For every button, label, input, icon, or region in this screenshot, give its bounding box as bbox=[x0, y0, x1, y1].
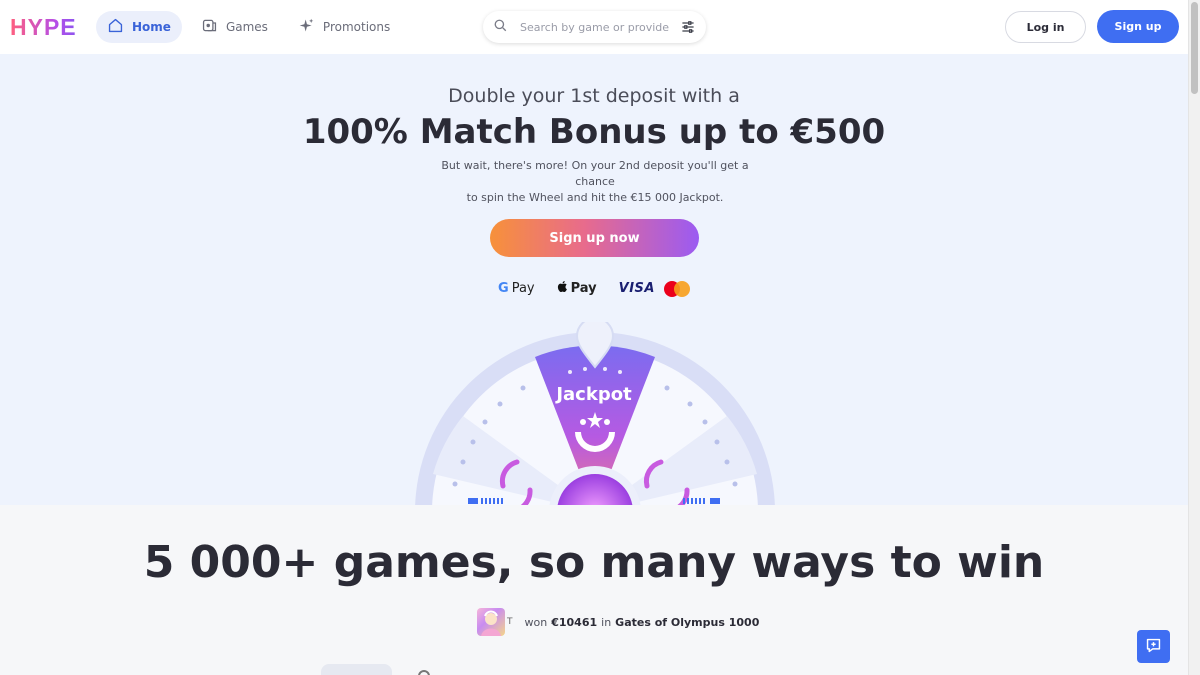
signup-button[interactable]: Sign up bbox=[1097, 10, 1179, 43]
nav-item-promotions[interactable]: Promotions bbox=[287, 11, 401, 43]
in-text: in bbox=[601, 615, 612, 629]
games-icon bbox=[201, 17, 218, 37]
winner-initial: T bbox=[507, 617, 513, 627]
brand-logo[interactable]: HYPE bbox=[10, 14, 94, 41]
google-pay-label: Pay bbox=[511, 281, 535, 296]
apple-pay-logo: Pay bbox=[557, 280, 597, 297]
recent-win-ticker[interactable]: T won €10461 in Gates of Olympus 1000 bbox=[477, 607, 763, 637]
mastercard-icon bbox=[663, 280, 690, 297]
apple-pay-label: Pay bbox=[570, 281, 597, 296]
visa-mastercard-logos: VISA bbox=[618, 280, 690, 297]
hero-description: But wait, there's more! On your 2nd depo… bbox=[420, 158, 770, 206]
home-icon bbox=[107, 17, 124, 37]
login-button[interactable]: Log in bbox=[1005, 11, 1086, 43]
won-game-name[interactable]: Gates of Olympus 1000 bbox=[615, 616, 759, 629]
google-g-icon: G bbox=[498, 281, 509, 296]
game-thumbnail bbox=[477, 608, 505, 636]
payment-methods: G Pay Pay VISA bbox=[0, 280, 1188, 297]
nav-item-home[interactable]: Home bbox=[96, 11, 182, 43]
main-nav: Home Games Promotions bbox=[96, 11, 401, 43]
filter-sliders-icon[interactable] bbox=[680, 19, 696, 35]
signup-now-button[interactable]: Sign up now bbox=[490, 219, 699, 257]
prize-wheel-illustration bbox=[415, 322, 775, 505]
nav-promotions-label: Promotions bbox=[322, 20, 391, 34]
nav-home-label: Home bbox=[132, 20, 171, 34]
hero-banner: Double your 1st deposit with a 100% Matc… bbox=[0, 54, 1188, 505]
games-section-title: 5 000+ games, so many ways to win bbox=[143, 537, 1045, 588]
search-input[interactable] bbox=[520, 20, 670, 34]
visa-logo: VISA bbox=[618, 281, 655, 296]
search-icon bbox=[493, 18, 508, 37]
hero-title: 100% Match Bonus up to €500 bbox=[302, 112, 886, 152]
hero-subtitle: Double your 1st deposit with a bbox=[448, 85, 740, 107]
apple-icon bbox=[557, 280, 568, 297]
hero-description-line-2: to spin the Wheel and hit the €15 000 Ja… bbox=[466, 191, 724, 204]
nav-item-games[interactable]: Games bbox=[190, 11, 279, 43]
won-amount: €10461 bbox=[551, 615, 598, 629]
search-box bbox=[483, 11, 706, 43]
top-header: HYPE Home Games Promotions Search by gam… bbox=[0, 0, 1188, 54]
game-category-tab[interactable] bbox=[321, 664, 392, 675]
sparkle-icon bbox=[298, 17, 315, 37]
won-text: won bbox=[524, 615, 548, 629]
google-pay-logo: G Pay bbox=[498, 281, 535, 296]
game-category-icon[interactable] bbox=[418, 670, 430, 675]
hero-description-line-1: But wait, there's more! On your 2nd depo… bbox=[441, 159, 749, 188]
live-chat-button[interactable] bbox=[1137, 630, 1170, 663]
scrollbar-thumb[interactable] bbox=[1191, 2, 1198, 94]
page-scrollbar[interactable] bbox=[1188, 0, 1200, 675]
chat-icon bbox=[1145, 637, 1162, 657]
nav-games-label: Games bbox=[225, 20, 268, 34]
